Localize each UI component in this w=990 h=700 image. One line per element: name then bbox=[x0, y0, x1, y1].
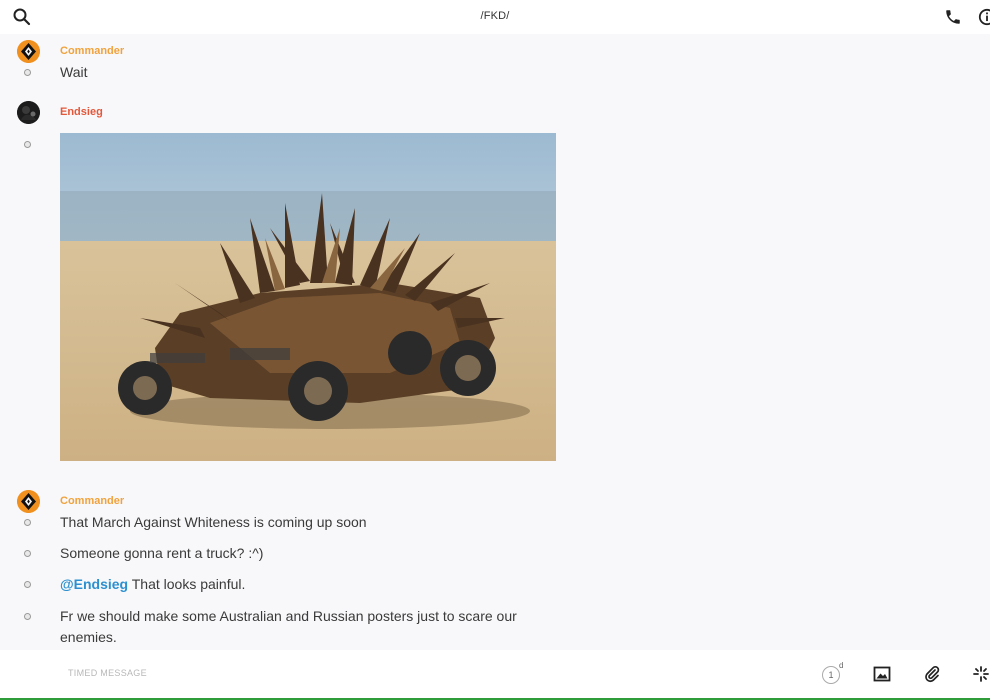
message-composer: TIMED MESSAGE 1 d bbox=[0, 650, 990, 698]
delivered-status-icon bbox=[24, 141, 31, 148]
diamond-emblem-icon bbox=[17, 490, 40, 513]
sender-name[interactable]: Commander bbox=[60, 45, 124, 57]
delivered-status-icon bbox=[24, 550, 31, 557]
timer-value: 1 bbox=[822, 666, 840, 684]
message-text[interactable]: @Endsieg That looks painful. bbox=[60, 574, 245, 595]
sender-name[interactable]: Endsieg bbox=[60, 106, 103, 118]
message-text[interactable]: Someone gonna rent a truck? :^) bbox=[60, 543, 263, 564]
photo-attachment[interactable] bbox=[60, 133, 556, 461]
message-text[interactable]: Wait bbox=[60, 62, 87, 83]
delivered-status-icon bbox=[24, 581, 31, 588]
phone-icon[interactable] bbox=[944, 8, 962, 26]
conversation-header: /FKD/ bbox=[0, 0, 990, 34]
message-list[interactable]: Commander Wait Endsieg Commander That Ma… bbox=[0, 34, 990, 650]
message-input[interactable]: TIMED MESSAGE bbox=[68, 668, 147, 678]
endsieg-avatar[interactable] bbox=[17, 101, 40, 124]
message-text[interactable]: Fr we should make some Australian and Ru… bbox=[60, 606, 540, 648]
commander-avatar[interactable] bbox=[17, 490, 40, 513]
user-mention[interactable]: @Endsieg bbox=[60, 576, 128, 592]
delivered-status-icon bbox=[24, 613, 31, 620]
profile-photo-icon bbox=[17, 101, 40, 124]
sender-name[interactable]: Commander bbox=[60, 495, 124, 507]
image-icon[interactable] bbox=[873, 665, 891, 683]
paperclip-icon[interactable] bbox=[923, 665, 941, 683]
delivered-status-icon bbox=[24, 519, 31, 526]
info-icon[interactable] bbox=[978, 8, 990, 26]
timer-icon[interactable]: 1 d bbox=[822, 661, 846, 686]
timer-unit: d bbox=[839, 661, 844, 670]
delivered-status-icon bbox=[24, 69, 31, 76]
message-text-content: That looks painful. bbox=[128, 576, 246, 592]
diamond-emblem-icon bbox=[17, 40, 40, 63]
commander-avatar[interactable] bbox=[17, 40, 40, 63]
sparkle-icon[interactable] bbox=[972, 665, 990, 683]
spiked-car-photo bbox=[60, 133, 556, 461]
message-text[interactable]: That March Against Whiteness is coming u… bbox=[60, 512, 367, 533]
conversation-title: /FKD/ bbox=[480, 10, 510, 22]
